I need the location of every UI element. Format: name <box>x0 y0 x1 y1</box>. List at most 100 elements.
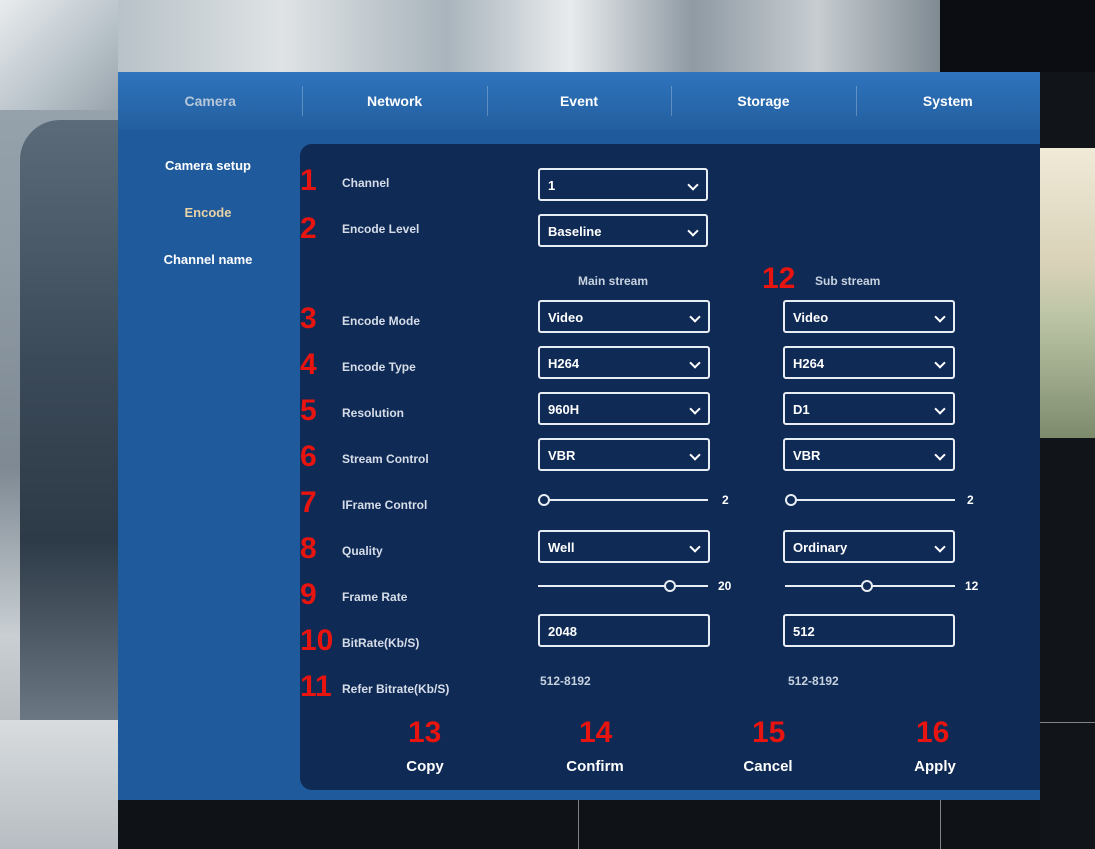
sub-iframe-value: 2 <box>967 493 974 507</box>
apply-button[interactable]: Apply <box>875 758 995 775</box>
sub-stream-control-value: VBR <box>793 448 821 463</box>
chevron-down-icon <box>687 225 699 237</box>
annotation-number: 11 <box>300 670 332 703</box>
main-stream-control-select[interactable]: VBR <box>538 438 710 471</box>
tab-network[interactable]: Network <box>302 72 486 130</box>
camera-feed-topleft <box>0 0 118 110</box>
camera-feed-bottom <box>118 800 1040 849</box>
main-frame-rate-slider[interactable] <box>538 578 708 594</box>
channel-select[interactable]: 1 <box>538 168 708 201</box>
slider-handle[interactable] <box>664 580 677 592</box>
annotation-number: 13 <box>408 716 442 749</box>
copy-button[interactable]: Copy <box>365 758 485 775</box>
sidebar-item-camera-setup[interactable]: Camera setup <box>138 158 278 173</box>
sub-encode-mode-select[interactable]: Video <box>783 300 955 333</box>
refer-bitrate-label: Refer Bitrate(Kb/S) <box>342 682 450 696</box>
chevron-down-icon <box>934 357 946 369</box>
annotation-number: 14 <box>579 716 613 749</box>
annotation-number: 4 <box>300 348 317 381</box>
main-frame-rate-value: 20 <box>718 579 732 593</box>
sub-frame-rate-slider[interactable] <box>785 578 955 594</box>
slider-handle[interactable] <box>860 580 873 592</box>
sub-encode-type-value: H264 <box>793 356 825 371</box>
annotation-number: 6 <box>300 440 317 473</box>
camera-feed-top <box>118 0 940 72</box>
iframe-control-label: IFrame Control <box>342 498 428 512</box>
main-refer-bitrate: 512-8192 <box>540 674 591 688</box>
annotation-number: 2 <box>300 212 317 245</box>
main-iframe-value: 2 <box>722 493 729 507</box>
tab-storage[interactable]: Storage <box>671 72 855 130</box>
annotation-number: 16 <box>916 716 950 749</box>
tab-camera[interactable]: Camera <box>118 72 302 130</box>
annotation-number: 15 <box>752 716 786 749</box>
sidebar: Camera setup Encode Channel name <box>118 130 300 800</box>
chevron-down-icon <box>934 449 946 461</box>
annotation-number: 7 <box>300 486 317 519</box>
quality-label: Quality <box>342 544 383 558</box>
sub-refer-bitrate: 512-8192 <box>788 674 839 688</box>
main-stream-heading: Main stream <box>578 274 649 288</box>
camera-feed-figure <box>20 120 118 720</box>
main-stream-control-value: VBR <box>548 448 576 463</box>
sub-iframe-slider[interactable] <box>785 492 955 508</box>
main-encode-mode-select[interactable]: Video <box>538 300 710 333</box>
chevron-down-icon <box>689 403 701 415</box>
main-quality-select[interactable]: Well <box>538 530 710 563</box>
sidebar-item-encode[interactable]: Encode <box>138 205 278 220</box>
confirm-button[interactable]: Confirm <box>535 758 655 775</box>
tab-event[interactable]: Event <box>486 72 671 130</box>
sidebar-item-channel-name[interactable]: Channel name <box>138 252 278 267</box>
encode-level-select[interactable]: Baseline <box>538 214 708 247</box>
annotation-number: 12 <box>762 262 796 295</box>
camera-feed-topright <box>940 0 1095 72</box>
main-iframe-slider[interactable] <box>538 492 708 508</box>
annotation-number: 3 <box>300 302 317 335</box>
sub-stream-heading: Sub stream <box>815 274 881 288</box>
chevron-down-icon <box>934 311 946 323</box>
channel-label: Channel <box>342 176 390 190</box>
annotation-number: 8 <box>300 532 317 565</box>
annotation-number: 10 <box>300 624 334 657</box>
frame-rate-label: Frame Rate <box>342 590 408 604</box>
slider-track <box>538 499 708 501</box>
grid-divider <box>578 800 579 849</box>
stream-control-label: Stream Control <box>342 452 429 466</box>
slider-track <box>538 585 708 587</box>
grid-divider <box>1040 722 1095 723</box>
slider-handle[interactable] <box>538 494 550 506</box>
sub-stream-control-select[interactable]: VBR <box>783 438 955 471</box>
tab-system[interactable]: System <box>855 72 1040 130</box>
encode-level-value: Baseline <box>548 224 602 239</box>
sub-quality-select[interactable]: Ordinary <box>783 530 955 563</box>
camera-feed-right-image <box>1040 148 1095 438</box>
slider-handle[interactable] <box>785 494 797 506</box>
chevron-down-icon <box>687 179 699 191</box>
annotation-number: 5 <box>300 394 317 427</box>
main-encode-type-select[interactable]: H264 <box>538 346 710 379</box>
channel-value: 1 <box>548 178 556 193</box>
camera-feed-bottom-left <box>0 720 118 849</box>
sub-frame-rate-value: 12 <box>965 579 979 593</box>
main-resolution-select[interactable]: 960H <box>538 392 710 425</box>
bitrate-label: BitRate(Kb/S) <box>342 636 420 650</box>
chevron-down-icon <box>934 541 946 553</box>
sub-resolution-select[interactable]: D1 <box>783 392 955 425</box>
chevron-down-icon <box>689 449 701 461</box>
main-quality-value: Well <box>548 540 575 555</box>
chevron-down-icon <box>689 541 701 553</box>
annotation-number: 1 <box>300 164 317 197</box>
sub-encode-mode-value: Video <box>793 310 829 325</box>
encode-mode-label: Encode Mode <box>342 314 421 328</box>
sub-bitrate-input[interactable]: 512 <box>783 614 955 647</box>
resolution-label: Resolution <box>342 406 404 420</box>
sub-encode-type-select[interactable]: H264 <box>783 346 955 379</box>
main-encode-mode-value: Video <box>548 310 584 325</box>
sub-quality-value: Ordinary <box>793 540 848 555</box>
main-tab-bar: Camera Network Event Storage System <box>118 72 1040 130</box>
main-bitrate-input[interactable]: 2048 <box>538 614 710 647</box>
chevron-down-icon <box>689 357 701 369</box>
slider-track <box>785 499 955 501</box>
settings-dialog: Camera Network Event Storage System Came… <box>118 72 1040 800</box>
cancel-button[interactable]: Cancel <box>708 758 828 775</box>
